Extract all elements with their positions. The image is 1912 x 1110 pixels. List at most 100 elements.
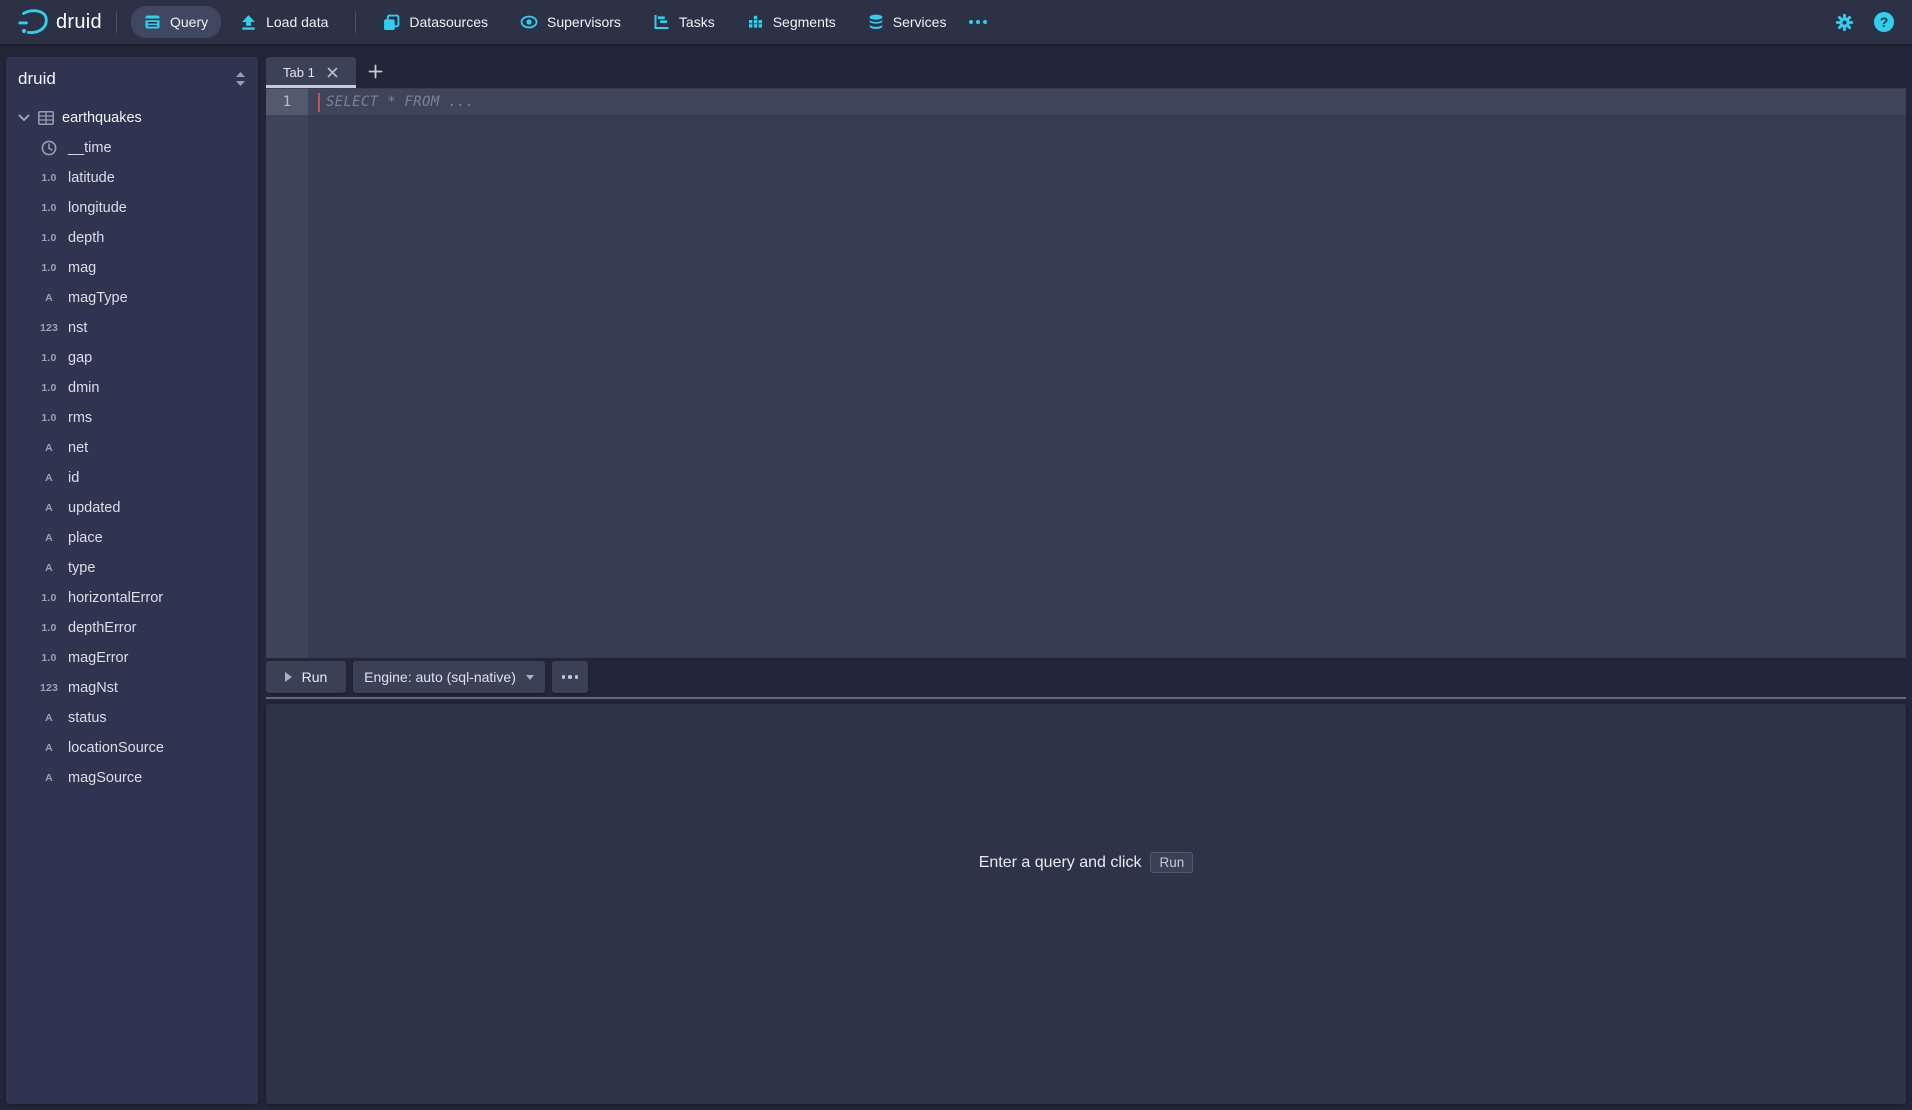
close-x-icon[interactable] [327, 67, 338, 78]
nav-item-supervisors[interactable]: Supervisors [507, 6, 634, 38]
druid-logo-icon [16, 5, 50, 39]
tree-item-column[interactable]: 1.0mag [6, 253, 258, 283]
chevron-down-icon[interactable] [18, 114, 30, 122]
tree-item-column[interactable]: 1.0 longitude [6, 193, 258, 223]
column-label: depth [68, 230, 104, 246]
nav-item-query[interactable]: Query [131, 6, 221, 38]
query-more-button[interactable] [552, 661, 588, 693]
nav-item-services[interactable]: Services [855, 6, 960, 38]
float-column-icon: 1.0 [36, 172, 62, 184]
column-label: id [68, 470, 79, 486]
tree-item-column[interactable]: 1.0dmin [6, 373, 258, 403]
column-label: net [68, 440, 88, 456]
navbar-right-actions: ? [1835, 12, 1894, 32]
run-toolbar: Run Engine: auto (sql-native) [266, 661, 588, 693]
column-label: status [68, 710, 107, 726]
settings-gear-icon[interactable] [1835, 13, 1854, 32]
string-column-icon: A [36, 772, 62, 784]
float-column-icon: 1.0 [36, 202, 62, 214]
results-panel: Enter a query and click Run [266, 704, 1906, 1104]
column-label: magType [68, 290, 128, 306]
tree-item-column[interactable]: 1.0horizontalError [6, 583, 258, 613]
run-button[interactable]: Run [266, 661, 346, 693]
services-icon [868, 14, 884, 31]
column-label: magError [68, 650, 128, 666]
tree-item-column[interactable]: Aid [6, 463, 258, 493]
string-column-icon: A [36, 712, 62, 724]
nav-item-datasources[interactable]: Datasources [370, 6, 501, 38]
tree-item-column[interactable]: 1.0 depth [6, 223, 258, 253]
string-column-icon: A [36, 532, 62, 544]
column-label: longitude [68, 200, 127, 216]
tree-item-column[interactable]: 123nst [6, 313, 258, 343]
string-column-icon: A [36, 292, 62, 304]
string-column-icon: A [36, 742, 62, 754]
datasource-label: earthquakes [62, 110, 142, 126]
play-icon [285, 672, 292, 682]
tree-item-column[interactable]: AlocationSource [6, 733, 258, 763]
nav-item-segments[interactable]: Segments [734, 6, 849, 38]
tree-item-column[interactable]: Astatus [6, 703, 258, 733]
tree-item-column[interactable]: AmagSource [6, 763, 258, 793]
druid-console: { "colors": { "accent_cyan": "#2fd0ed", … [0, 0, 1912, 1110]
tree-item-column[interactable]: __time [6, 133, 258, 163]
empty-message-text: Enter a query and click [979, 854, 1142, 872]
engine-label: Engine: auto (sql-native) [364, 669, 516, 685]
help-icon[interactable]: ? [1874, 12, 1894, 32]
run-button-label: Run [302, 669, 328, 685]
string-column-icon: A [36, 442, 62, 454]
sidebar-header: druid [6, 57, 258, 101]
int-column-icon: 123 [36, 682, 62, 694]
tree-item-column[interactable]: AmagType [6, 283, 258, 313]
supervisors-icon [520, 14, 538, 30]
tree-item-column[interactable]: 1.0 latitude [6, 163, 258, 193]
druid-logo[interactable]: druid [16, 5, 102, 39]
tree-item-column[interactable]: Aupdated [6, 493, 258, 523]
tree-item-column[interactable]: 123 magNst [6, 673, 258, 703]
column-label: locationSource [68, 740, 164, 756]
column-label: type [68, 560, 95, 576]
string-column-icon: A [36, 502, 62, 514]
table-icon [38, 111, 54, 125]
help-glyph: ? [1880, 14, 1889, 30]
editor-gutter [266, 88, 308, 658]
tree-item-column[interactable]: 1.0rms [6, 403, 258, 433]
run-chip: Run [1150, 852, 1193, 873]
double-caret-vertical-icon[interactable] [235, 72, 246, 86]
navbar-divider [355, 11, 356, 33]
sql-editor[interactable]: 1 SELECT * FROM ... [266, 88, 1906, 658]
tree-item-column[interactable]: 1.0magError [6, 643, 258, 673]
datasources-icon [383, 14, 400, 31]
nav-item-tasks[interactable]: Tasks [640, 6, 728, 38]
query-icon [144, 14, 161, 30]
column-label: latitude [68, 170, 115, 186]
nav-item-label: Datasources [409, 14, 488, 30]
tree-item-datasource[interactable]: earthquakes [6, 103, 258, 133]
column-label: depthError [68, 620, 137, 636]
navbar-divider [116, 11, 117, 33]
column-label: nst [68, 320, 87, 336]
column-label: mag [68, 260, 96, 276]
tree-item-column[interactable]: Anet [6, 433, 258, 463]
tree-item-column[interactable]: Atype [6, 553, 258, 583]
column-label: rms [68, 410, 92, 426]
string-column-icon: A [36, 562, 62, 574]
tab-active[interactable]: Tab 1 [266, 57, 356, 88]
horizontal-splitter[interactable] [266, 697, 1906, 699]
nav-item-label: Tasks [679, 14, 715, 30]
plus-icon[interactable] [368, 64, 383, 79]
tree-item-column[interactable]: 1.0depthError [6, 613, 258, 643]
empty-results-message: Enter a query and click Run [266, 852, 1906, 873]
tree-item-column[interactable]: Aplace [6, 523, 258, 553]
column-label: updated [68, 500, 120, 516]
nav-item-load-data[interactable]: Load data [227, 6, 341, 38]
column-label: gap [68, 350, 92, 366]
tree-item-column[interactable]: 1.0gap [6, 343, 258, 373]
float-column-icon: 1.0 [36, 232, 62, 244]
top-navbar: druid Query Load data Datasources [0, 0, 1912, 44]
chevron-down-icon [526, 675, 534, 680]
column-label: magNst [68, 680, 118, 696]
navbar-more-ellipsis-icon[interactable] [959, 20, 997, 24]
datasource-sidebar: druid earthquakes __time 1.0 latitude 1.0 lon… [6, 57, 258, 1104]
engine-select-button[interactable]: Engine: auto (sql-native) [353, 661, 545, 693]
